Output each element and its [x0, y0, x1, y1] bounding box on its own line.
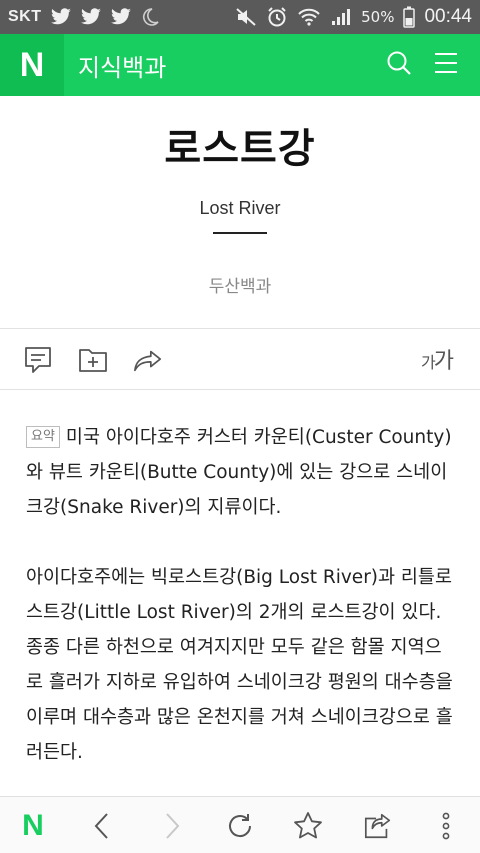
carrier-label: SKT: [8, 8, 42, 25]
forward-icon[interactable]: [157, 811, 187, 841]
alarm-icon: [266, 6, 288, 28]
app-header: N 지식백과: [0, 34, 480, 96]
search-icon[interactable]: [386, 50, 412, 80]
entry-toolbar: 가가: [0, 329, 480, 389]
font-size-small-label: 가: [421, 353, 436, 372]
font-size-large-label: 가: [433, 349, 454, 374]
home-button[interactable]: N: [18, 811, 48, 841]
summary-badge: 요약: [26, 426, 60, 448]
entry-title: 로스트강: [164, 126, 316, 172]
entry-content: 요약 미국 아이다호주 커스터 카운티(Custer County)와 뷰트 카운…: [26, 420, 458, 805]
summary-paragraph: 요약 미국 아이다호주 커스터 카운티(Custer County)와 뷰트 카운…: [26, 420, 458, 525]
share-out-icon[interactable]: [363, 811, 393, 841]
twitter-icon: [110, 8, 132, 26]
clock: 00:44: [424, 6, 472, 27]
font-size-button[interactable]: 가가: [421, 343, 454, 375]
refresh-icon[interactable]: [225, 811, 255, 841]
signal-icon: [330, 7, 352, 27]
comment-icon[interactable]: [23, 345, 53, 375]
battery-icon: [403, 6, 416, 28]
body-paragraph: 아이다호주에는 빅로스트강(Big Lost River)과 리틀로스트강(Li…: [26, 560, 458, 770]
bottom-nav: N: [0, 796, 480, 853]
battery-percent: 50%: [361, 8, 395, 26]
app-title[interactable]: 지식백과: [78, 48, 166, 83]
title-underline: [213, 232, 267, 234]
bookmark-star-icon[interactable]: [293, 811, 323, 841]
back-icon[interactable]: [87, 811, 117, 841]
menu-icon[interactable]: [434, 52, 458, 78]
naver-logo-button[interactable]: N: [0, 34, 64, 96]
more-icon[interactable]: [431, 811, 461, 841]
summary-text: 미국 아이다호주 커스터 카운티(Custer County)와 뷰트 카운티(…: [26, 427, 452, 518]
divider: [0, 389, 480, 390]
moon-icon: [140, 7, 160, 27]
body-text: 아이다호주에는 빅로스트강(Big Lost River)과 리틀로스트강(Li…: [26, 567, 453, 763]
share-icon[interactable]: [133, 345, 163, 375]
status-bar: SKT 50% 00:44: [0, 0, 480, 34]
naver-home-icon: N: [22, 809, 44, 842]
wifi-icon: [297, 7, 321, 27]
entry-subtitle: Lost River: [199, 198, 281, 218]
folder-add-icon[interactable]: [78, 345, 108, 375]
entry-header: 로스트강 Lost River 두산백과: [0, 96, 480, 328]
twitter-icon: [50, 8, 72, 26]
naver-logo: N: [19, 45, 45, 84]
entry-source-link[interactable]: 두산백과: [0, 272, 480, 297]
mute-icon: [235, 7, 257, 27]
twitter-icon: [80, 8, 102, 26]
